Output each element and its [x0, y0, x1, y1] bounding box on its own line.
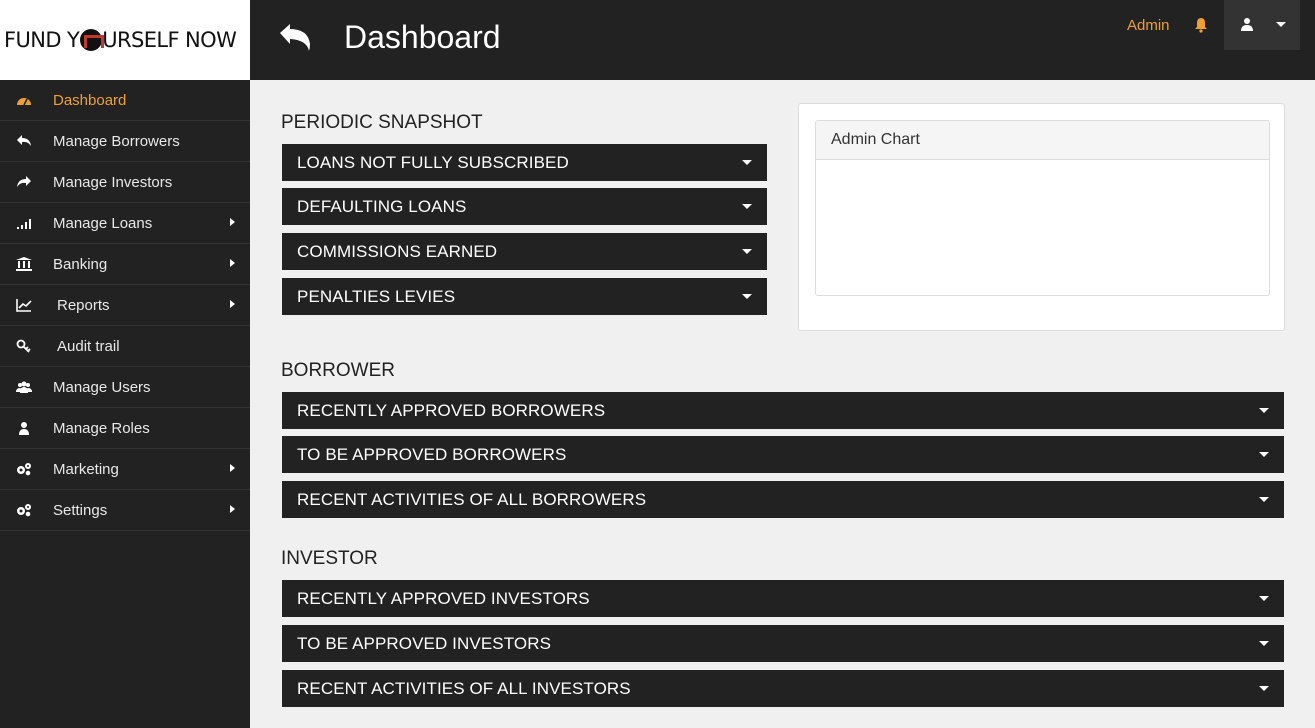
accordion-to-be-approved-investors[interactable]: TO BE APPROVED INVESTORS	[282, 625, 1284, 662]
user-icon	[1241, 18, 1253, 31]
users-icon	[16, 381, 32, 393]
reply-icon	[17, 135, 31, 146]
chevron-down-icon	[742, 204, 752, 209]
sidebar-item-label: Manage Borrowers	[53, 133, 180, 150]
logo-text-left: FUND Y	[4, 28, 80, 52]
accordion-label: RECENTLY APPROVED BORROWERS	[297, 401, 606, 420]
accordion-commissions-earned[interactable]: COMMISSIONS EARNED	[282, 233, 767, 270]
back-arrow-icon[interactable]	[276, 18, 316, 58]
periodic-snapshot-heading: PERIODIC SNAPSHOT	[281, 112, 483, 133]
accordion-label: LOANS NOT FULLY SUBSCRIBED	[297, 153, 569, 172]
logo-mark-icon	[80, 29, 105, 51]
chevron-down-icon	[742, 160, 752, 165]
admin-chart-title: Admin Chart	[816, 121, 1269, 160]
logo-text-right: URSELF NOW	[102, 28, 237, 52]
chevron-down-icon	[1259, 408, 1269, 413]
admin-chart-card: Admin Chart	[815, 120, 1270, 296]
admin-chart-panel: Admin Chart	[798, 103, 1285, 331]
accordion-label: TO BE APPROVED INVESTORS	[297, 634, 552, 653]
sidebar-item-label: Manage Roles	[53, 420, 150, 437]
chevron-down-icon	[1259, 596, 1269, 601]
cogs-icon	[17, 504, 31, 517]
logo[interactable]: FUND Y URSELF NOW	[0, 0, 250, 80]
sidebar-item-label: Reports	[57, 297, 110, 314]
chevron-down-icon	[742, 249, 752, 254]
accordion-loans-not-fully-subscribed[interactable]: LOANS NOT FULLY SUBSCRIBED	[282, 144, 767, 181]
sidebar-item-label: Marketing	[53, 461, 119, 478]
accordion-to-be-approved-borrowers[interactable]: TO BE APPROVED BORROWERS	[282, 436, 1284, 473]
admin-link[interactable]: Admin	[1127, 17, 1170, 34]
sidebar-item-dashboard[interactable]: Dashboard	[0, 80, 250, 121]
investor-heading: INVESTOR	[281, 548, 378, 569]
accordion-label: TO BE APPROVED BORROWERS	[297, 445, 567, 464]
sidebar-item-label: Manage Investors	[53, 174, 173, 191]
chevron-down-icon	[1259, 452, 1269, 457]
accordion-recent-activities-of-all-investors[interactable]: RECENT ACTIVITIES OF ALL INVESTORS	[282, 670, 1284, 707]
dashboard-icon	[17, 98, 31, 106]
sidebar-item-label: Manage Loans	[53, 215, 153, 232]
chevron-down-icon	[742, 294, 752, 299]
accordion-defaulting-loans[interactable]: DEFAULTING LOANS	[282, 188, 767, 225]
accordion-recent-activities-of-all-borrowers[interactable]: RECENT ACTIVITIES OF ALL BORROWERS	[282, 481, 1284, 518]
sidebar-item-settings[interactable]: Settings	[0, 490, 250, 531]
cogs-icon	[17, 463, 31, 476]
key-icon	[16, 339, 31, 353]
sidebar-item-manage-roles[interactable]: Manage Roles	[0, 408, 250, 449]
sidebar-item-label: Dashboard	[53, 92, 127, 109]
sidebar: Dashboard Manage Borrowers Manage Invest…	[0, 80, 250, 728]
user-menu-dropdown[interactable]	[1224, 0, 1300, 50]
bell-icon[interactable]	[1193, 17, 1209, 33]
accordion-label: RECENT ACTIVITIES OF ALL INVESTORS	[297, 679, 631, 698]
signal-bars-icon	[17, 219, 31, 229]
accordion-recently-approved-borrowers[interactable]: RECENTLY APPROVED BORROWERS	[282, 392, 1284, 429]
accordion-penalties-levies[interactable]: PENALTIES LEVIES	[282, 278, 767, 315]
sidebar-item-manage-borrowers[interactable]: Manage Borrowers	[0, 121, 250, 162]
chevron-right-icon	[230, 218, 235, 226]
sidebar-item-label: Audit trail	[57, 338, 120, 355]
chevron-down-icon	[1276, 22, 1286, 27]
accordion-label: RECENTLY APPROVED INVESTORS	[297, 589, 590, 608]
chevron-right-icon	[230, 300, 235, 308]
chevron-down-icon	[1259, 641, 1269, 646]
borrower-heading: BORROWER	[281, 360, 395, 381]
sidebar-item-label: Settings	[53, 502, 108, 519]
chevron-down-icon	[1259, 686, 1269, 691]
sidebar-item-audit-trail[interactable]: Audit trail	[0, 326, 250, 367]
sidebar-item-manage-investors[interactable]: Manage Investors	[0, 162, 250, 203]
chevron-right-icon	[230, 464, 235, 472]
chevron-down-icon	[1259, 497, 1269, 502]
user-icon	[19, 422, 29, 435]
sidebar-item-label: Manage Users	[53, 379, 151, 396]
bank-icon	[16, 257, 32, 271]
sidebar-item-reports[interactable]: Reports	[0, 285, 250, 326]
sidebar-item-label: Banking	[53, 256, 108, 273]
sidebar-item-manage-loans[interactable]: Manage Loans	[0, 203, 250, 244]
share-icon	[17, 176, 31, 187]
accordion-label: DEFAULTING LOANS	[297, 197, 467, 216]
accordion-label: PENALTIES LEVIES	[297, 287, 456, 306]
page-title: Dashboard	[344, 19, 501, 55]
sidebar-item-banking[interactable]: Banking	[0, 244, 250, 285]
sidebar-item-manage-users[interactable]: Manage Users	[0, 367, 250, 408]
line-chart-icon	[16, 299, 32, 312]
accordion-label: RECENT ACTIVITIES OF ALL BORROWERS	[297, 490, 647, 509]
accordion-label: COMMISSIONS EARNED	[297, 242, 498, 261]
accordion-recently-approved-investors[interactable]: RECENTLY APPROVED INVESTORS	[282, 580, 1284, 617]
top-bar: Dashboard Admin	[250, 0, 1315, 80]
chevron-right-icon	[230, 259, 235, 267]
chevron-right-icon	[230, 505, 235, 513]
sidebar-item-marketing[interactable]: Marketing	[0, 449, 250, 490]
